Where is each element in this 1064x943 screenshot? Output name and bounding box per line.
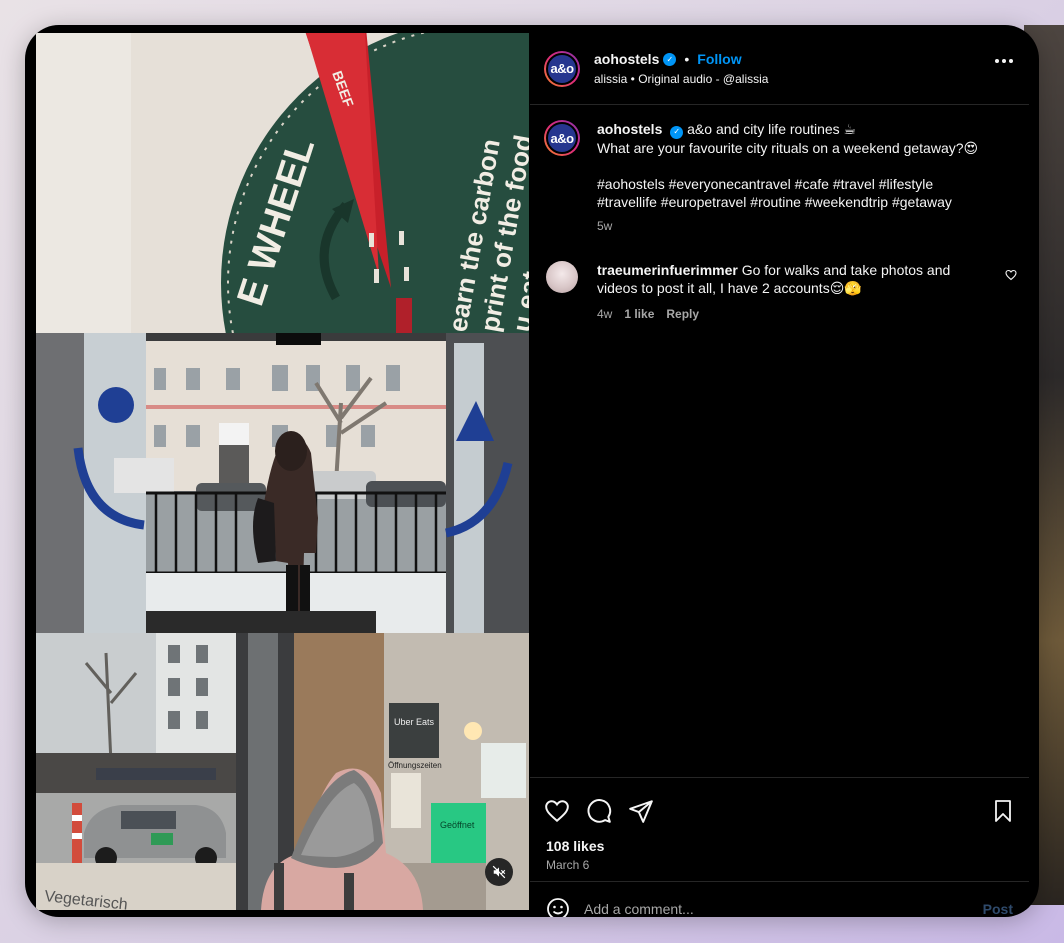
header-separator: •	[684, 51, 690, 67]
mute-icon	[492, 865, 506, 879]
caption-line-2: What are your favourite city rituals on …	[597, 139, 979, 156]
caption-author-avatar[interactable]: a&o	[544, 120, 580, 156]
more-options-icon[interactable]	[995, 59, 1013, 63]
comment-composer: Post	[530, 881, 1029, 917]
wheel-illustration: E WHEEL BEEF earn the carbon print of th…	[36, 33, 529, 333]
heart-icon[interactable]	[544, 798, 570, 824]
caption-hashtags[interactable]: #aohostels #everyonecantravel #cafe #tra…	[597, 175, 978, 211]
post-details-panel: a&o aohostels ✓ • Follow alissia • Origi…	[530, 33, 1029, 917]
comment-meta: 4w 1 like Reply	[597, 305, 977, 323]
mute-toggle-button[interactable]	[485, 858, 513, 886]
author-avatar-logo: a&o	[546, 52, 578, 85]
comment-body: traeumerinfuerimmer Go for walks and tak…	[597, 261, 977, 323]
post-caption: a&o aohostels ✓ a&o and city life routin…	[530, 105, 1029, 235]
caption-age: 5w	[597, 218, 613, 233]
opening-hours-text: Öffnungszeiten	[388, 761, 442, 770]
comment-age: 4w	[597, 306, 613, 321]
author-username[interactable]: aohostels	[594, 51, 659, 67]
hashtags-line-1[interactable]: #aohostels #everyonecantravel #cafe #tra…	[597, 175, 978, 193]
media-frame-window	[36, 333, 529, 633]
media-frame-cafe: Vegetarisch Uber Eats Öffnungszeiten Geö…	[36, 633, 529, 910]
caption-username[interactable]: aohostels	[597, 121, 662, 137]
verified-badge-icon: ✓	[670, 125, 684, 139]
media-frame-wheel: E WHEEL BEEF earn the carbon print of th…	[36, 33, 529, 333]
share-icon[interactable]	[628, 798, 654, 824]
window-scene	[36, 333, 529, 633]
comment-like-heart-icon[interactable]	[1005, 269, 1017, 281]
verified-badge-icon: ✓	[663, 52, 677, 66]
post-actions-area: 108 likes March 6	[530, 777, 1029, 872]
hashtags-line-2[interactable]: #travellife #europetravel #routine #week…	[597, 193, 978, 211]
uber-eats-sign: Uber Eats	[394, 717, 435, 727]
action-bar	[530, 778, 1029, 830]
follow-button[interactable]: Follow	[697, 51, 741, 67]
post-date: March 6	[546, 858, 590, 872]
commenter-username[interactable]: traeumerinfuerimmer	[597, 262, 738, 278]
caption-line-1: a&o and city life routines ☕	[687, 121, 857, 137]
author-avatar[interactable]: a&o	[544, 50, 580, 87]
caption-body: aohostels ✓ a&o and city life routines ☕…	[597, 120, 978, 235]
likes-count[interactable]: 108 likes	[530, 830, 1029, 854]
author-info: aohostels ✓ • Follow alissia • Original …	[594, 51, 768, 86]
comment-likes[interactable]: 1 like	[624, 305, 654, 323]
comment-icon[interactable]	[586, 798, 612, 824]
open-sticker: Geöffnet	[440, 820, 475, 830]
caption-avatar-logo: a&o	[546, 122, 578, 154]
post-modal: E WHEEL BEEF earn the carbon print of th…	[25, 25, 1039, 917]
post-header: a&o aohostels ✓ • Follow alissia • Origi…	[530, 33, 1029, 105]
commenter-avatar[interactable]	[546, 260, 578, 293]
audio-credit[interactable]: alissia • Original audio - @alissia	[594, 72, 768, 86]
bookmark-icon[interactable]	[991, 799, 1015, 823]
emoji-icon[interactable]	[546, 897, 570, 918]
comment-input[interactable]	[584, 900, 983, 917]
cafe-scene: Vegetarisch Uber Eats Öffnungszeiten Geö…	[36, 633, 529, 910]
comment-reply-button[interactable]: Reply	[666, 305, 699, 323]
post-comment-button[interactable]: Post	[983, 901, 1013, 917]
post-media[interactable]: E WHEEL BEEF earn the carbon print of th…	[36, 33, 529, 910]
comment-item: traeumerinfuerimmer Go for walks and tak…	[530, 235, 1029, 323]
